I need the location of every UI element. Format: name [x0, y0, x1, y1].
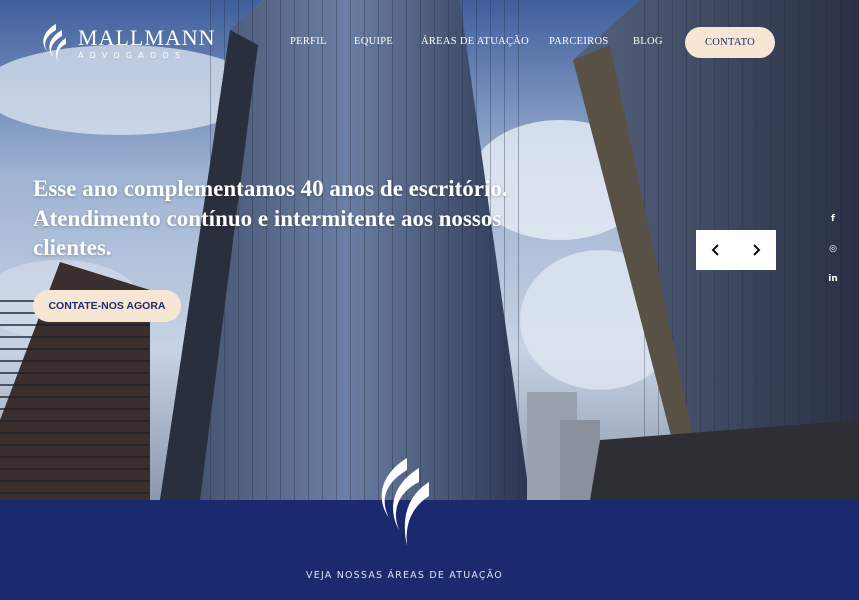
nav-item-perfil[interactable]: PERFIL	[290, 36, 327, 47]
nav-item-blog[interactable]: BLOG	[633, 36, 663, 47]
linkedin-icon[interactable]: in	[826, 272, 840, 286]
chevron-left-icon	[711, 244, 719, 256]
hero-section: MALLMANN ADVOGADOS PERFIL EQUIPE ÁREAS D…	[0, 0, 859, 500]
nav-item-parceiros[interactable]: PARCEIROS	[549, 36, 609, 47]
slider-prev-button[interactable]	[696, 230, 736, 270]
nav-item-equipe[interactable]: EQUIPE	[354, 36, 393, 47]
contact-us-now-button[interactable]: CONTATE-NOS AGORA	[33, 290, 181, 322]
instagram-icon[interactable]: ◎	[826, 242, 840, 256]
brand-tagline: ADVOGADOS	[78, 50, 187, 60]
logo-swoosh-icon	[381, 458, 429, 546]
see-practice-areas-link[interactable]: VEJA NOSSAS ÁREAS DE ATUAÇÃO	[0, 570, 809, 581]
slider-controls	[696, 230, 776, 270]
chevron-right-icon	[753, 244, 761, 256]
slider-next-button[interactable]	[736, 230, 776, 270]
hero-headline: Esse ano complementamos 40 anos de escri…	[33, 176, 508, 260]
social-links: f ◎ in	[826, 212, 840, 302]
logo-swoosh-icon	[43, 24, 66, 62]
facebook-icon[interactable]: f	[826, 212, 840, 226]
brand-logo[interactable]: MALLMANN ADVOGADOS	[34, 22, 216, 64]
brand-name: MALLMANN	[78, 24, 216, 50]
contact-button[interactable]: CONTATO	[685, 27, 775, 58]
nav-item-areas-de-atuacao[interactable]: ÁREAS DE ATUAÇÃO	[421, 36, 529, 47]
